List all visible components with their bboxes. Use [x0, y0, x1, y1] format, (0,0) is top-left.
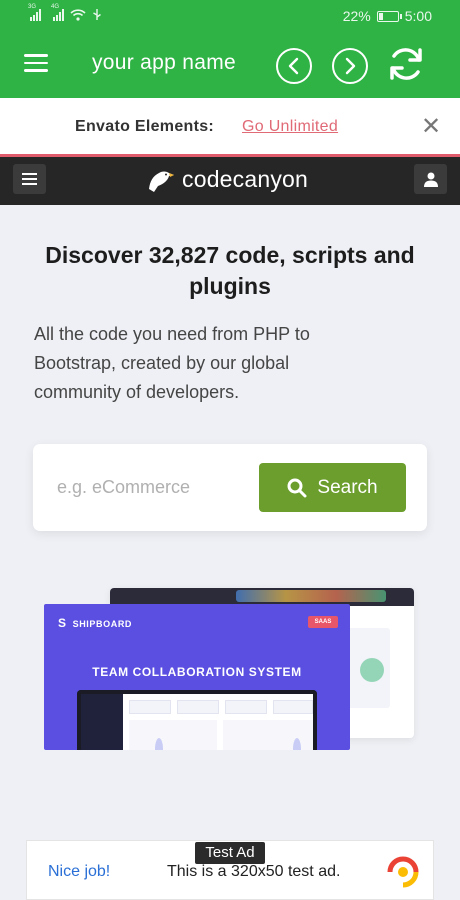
promo-banner: Envato Elements: Go Unlimited ✕: [0, 98, 460, 154]
test-ad-label: Test Ad: [195, 842, 265, 864]
battery-icon: [376, 10, 402, 22]
logo-text: codecanyon: [182, 166, 309, 192]
ad-logo-icon: [387, 856, 419, 888]
search-button-label: Search: [317, 476, 378, 498]
preview-front-screenshot: S SHIPBOARD SAAS TEAM COLLABORATION SYSTE…: [44, 604, 350, 750]
product-preview-image: S SHIPBOARD SAAS TEAM COLLABORATION SYSTE…: [44, 574, 416, 754]
refresh-button[interactable]: [386, 44, 426, 84]
chevron-left-icon: [288, 57, 299, 75]
close-icon[interactable]: ✕: [421, 112, 441, 141]
search-card: Search: [33, 444, 427, 531]
ad-text: This is a 320x50 test ad.: [167, 863, 341, 880]
app-title: your app name: [92, 51, 236, 74]
codecanyon-logo[interactable]: codecanyon: [146, 166, 308, 193]
chevron-right-icon: [345, 57, 356, 75]
shipboard-logo-icon: S: [58, 616, 67, 630]
forward-button[interactable]: [332, 48, 368, 84]
battery-percent: 22%: [342, 8, 371, 24]
banner-label: Envato Elements:: [75, 118, 215, 135]
back-button[interactable]: [276, 48, 312, 84]
preview-brand: S SHIPBOARD: [58, 616, 133, 630]
hero-title: Discover 32,827 code, scripts and plugin…: [45, 242, 415, 299]
signal-icon: 4G: [51, 4, 64, 21]
menu-icon[interactable]: [13, 164, 46, 194]
usb-icon: [93, 9, 101, 20]
site-header: codecanyon: [0, 157, 460, 205]
user-icon[interactable]: [414, 164, 447, 194]
search-input[interactable]: [57, 468, 235, 506]
eagle-icon: [149, 171, 174, 192]
preview-heading: TEAM COLLABORATION SYSTEM: [92, 665, 302, 679]
refresh-icon: [390, 48, 422, 80]
clock: 5:00: [404, 8, 432, 24]
wifi-icon: [70, 8, 86, 21]
hero-subtitle: All the code you need from PHP to Bootst…: [34, 324, 310, 402]
preview-laptop: [77, 690, 317, 750]
go-unlimited-link[interactable]: Go Unlimited: [242, 118, 338, 136]
hamburger-menu-icon[interactable]: [24, 54, 48, 72]
app-toolbar: your app name: [0, 32, 460, 98]
search-icon: [287, 478, 307, 497]
ad-cta[interactable]: Nice job!: [48, 863, 110, 881]
signal-icon: 3G: [28, 4, 41, 21]
preview-badge: SAAS: [308, 616, 338, 628]
search-button[interactable]: Search: [259, 463, 406, 512]
status-bar: 3G 4G 22% 5:00: [0, 0, 460, 32]
